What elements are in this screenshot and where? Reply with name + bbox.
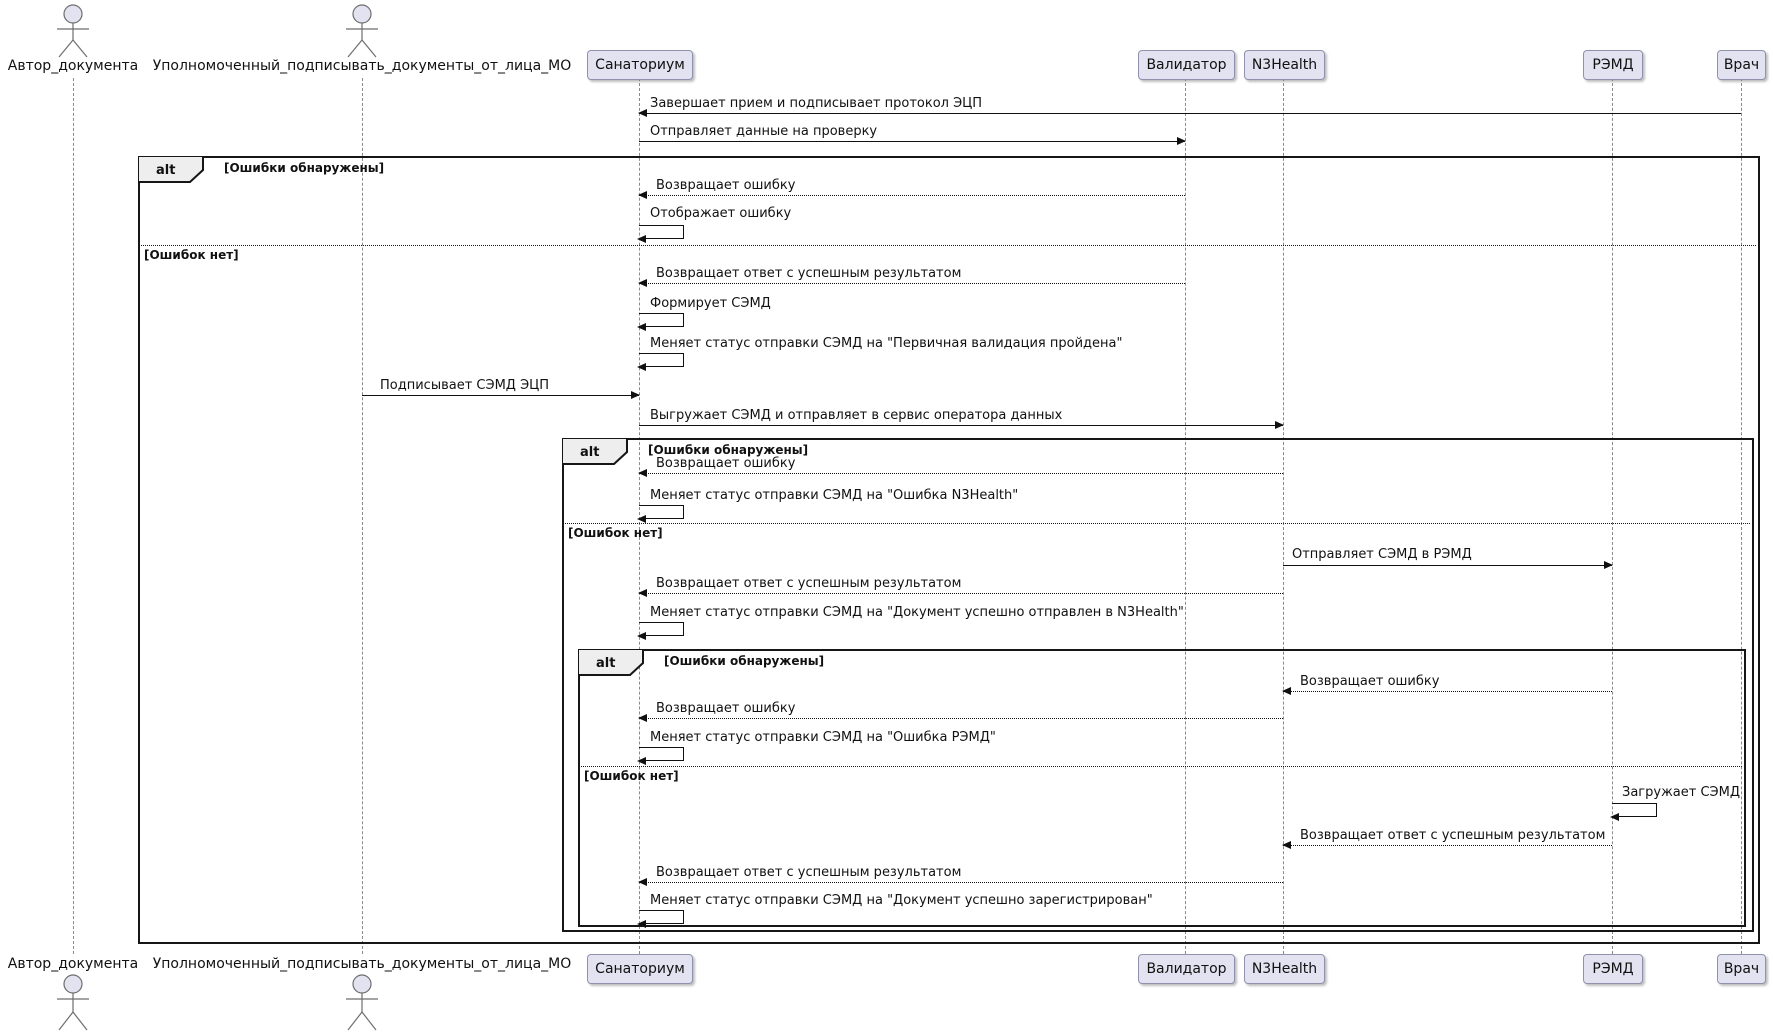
sequence-diagram: Автор_документа Уполномоченный_подписыва… [0, 0, 1774, 1034]
alt-middle-divider [562, 523, 1750, 524]
participant-box-n3health-bottom: N3Health [1244, 954, 1325, 984]
actor-label-author-top: Автор_документа [8, 58, 138, 74]
actor-figure-author-top [41, 2, 105, 58]
alt-operator-label: alt [156, 163, 175, 178]
message-label: Выгружает СЭМД и отправляет в сервис опе… [650, 408, 1062, 423]
message-label: Формирует СЭМД [650, 296, 771, 311]
actor-label-author-bottom: Автор_документа [8, 956, 138, 972]
message-label: Возвращает ответ с успешным результатом [656, 865, 961, 880]
alt-middle-condition-if: [Ошибки обнаружены] [648, 443, 808, 457]
message-arrow [639, 425, 1283, 426]
message-label: Возвращает ответ с успешным результатом [656, 576, 961, 591]
participant-box-remd-bottom: РЭМД [1583, 954, 1643, 984]
participant-box-validator-top: Валидатор [1138, 50, 1235, 80]
message-label: Отправляет данные на проверку [650, 124, 877, 139]
actor-figure-signer-top [330, 2, 394, 58]
message-label: Возвращает ошибку [656, 178, 795, 193]
alt-middle-condition-else: [Ошибок нет] [568, 526, 663, 540]
message-return-arrow [639, 593, 1283, 594]
self-message-arrow [639, 225, 684, 239]
alt-outer-condition-else: [Ошибок нет] [144, 248, 239, 262]
message-label: Загружает СЭМД [1622, 785, 1740, 800]
alt-frame-inner-tab: alt [578, 649, 646, 676]
message-label: Меняет статус отправки СЭМД на "Первична… [650, 336, 1122, 351]
message-label: Отображает ошибку [650, 206, 791, 221]
participant-box-validator-bottom: Валидатор [1138, 954, 1235, 984]
participant-box-vrach-top: Врач [1717, 50, 1766, 80]
message-label: Возвращает ошибку [656, 456, 795, 471]
message-arrow [1283, 565, 1612, 566]
self-message-arrow [639, 622, 684, 636]
participant-box-remd-top: РЭМД [1583, 50, 1643, 80]
message-return-arrow [639, 882, 1283, 883]
self-message-arrow [639, 353, 684, 367]
participant-box-vrach-bottom: Врач [1717, 954, 1766, 984]
self-message-arrow [639, 747, 684, 761]
alt-frame-outer-tab: alt [138, 156, 206, 183]
message-label: Возвращает ответ с успешным результатом [656, 266, 961, 281]
self-message-arrow [639, 505, 684, 519]
message-arrow [639, 141, 1185, 142]
alt-inner-condition-else: [Ошибок нет] [584, 769, 679, 783]
alt-outer-divider [138, 245, 1756, 246]
message-label: Возвращает ошибку [656, 701, 795, 716]
self-message-arrow [639, 313, 684, 327]
message-label: Меняет статус отправки СЭМД на "Документ… [650, 605, 1184, 620]
message-label: Меняет статус отправки СЭМД на "Документ… [650, 893, 1153, 908]
actor-figure-signer-bottom [330, 972, 394, 1034]
actor-figure-author-bottom [41, 972, 105, 1034]
message-label: Меняет статус отправки СЭМД на "Ошибка Р… [650, 730, 996, 745]
message-label: Отправляет СЭМД в РЭМД [1292, 547, 1472, 562]
self-message-arrow [639, 910, 684, 924]
participant-box-sanatorium-bottom: Санаториум [587, 954, 693, 984]
alt-operator-label: alt [580, 445, 599, 460]
alt-operator-label: alt [596, 656, 615, 671]
message-label: Меняет статус отправки СЭМД на "Ошибка N… [650, 488, 1018, 503]
message-return-arrow [639, 283, 1185, 284]
lifeline-author [73, 78, 74, 954]
message-arrow [639, 113, 1741, 114]
participant-box-sanatorium-top: Санаториум [587, 50, 693, 80]
message-return-arrow [1283, 845, 1612, 846]
message-label: Завершает прием и подписывает протокол Э… [650, 96, 982, 111]
self-message-arrow [1612, 803, 1657, 817]
message-return-arrow [1283, 691, 1612, 692]
message-label: Возвращает ошибку [1300, 674, 1439, 689]
alt-inner-divider [578, 766, 1742, 767]
alt-outer-condition-if: [Ошибки обнаружены] [224, 161, 384, 175]
message-label: Возвращает ответ с успешным результатом [1300, 828, 1605, 843]
actor-label-signer-bottom: Уполномоченный_подписывать_документы_от_… [153, 956, 572, 972]
alt-frame-middle-tab: alt [562, 438, 630, 465]
actor-label-signer-top: Уполномоченный_подписывать_документы_от_… [153, 58, 572, 74]
alt-inner-condition-if: [Ошибки обнаружены] [664, 654, 824, 668]
message-return-arrow [639, 473, 1283, 474]
message-label: Подписывает СЭМД ЭЦП [380, 378, 549, 393]
participant-box-n3health-top: N3Health [1244, 50, 1325, 80]
message-arrow [362, 395, 639, 396]
message-return-arrow [639, 195, 1185, 196]
message-return-arrow [639, 718, 1283, 719]
